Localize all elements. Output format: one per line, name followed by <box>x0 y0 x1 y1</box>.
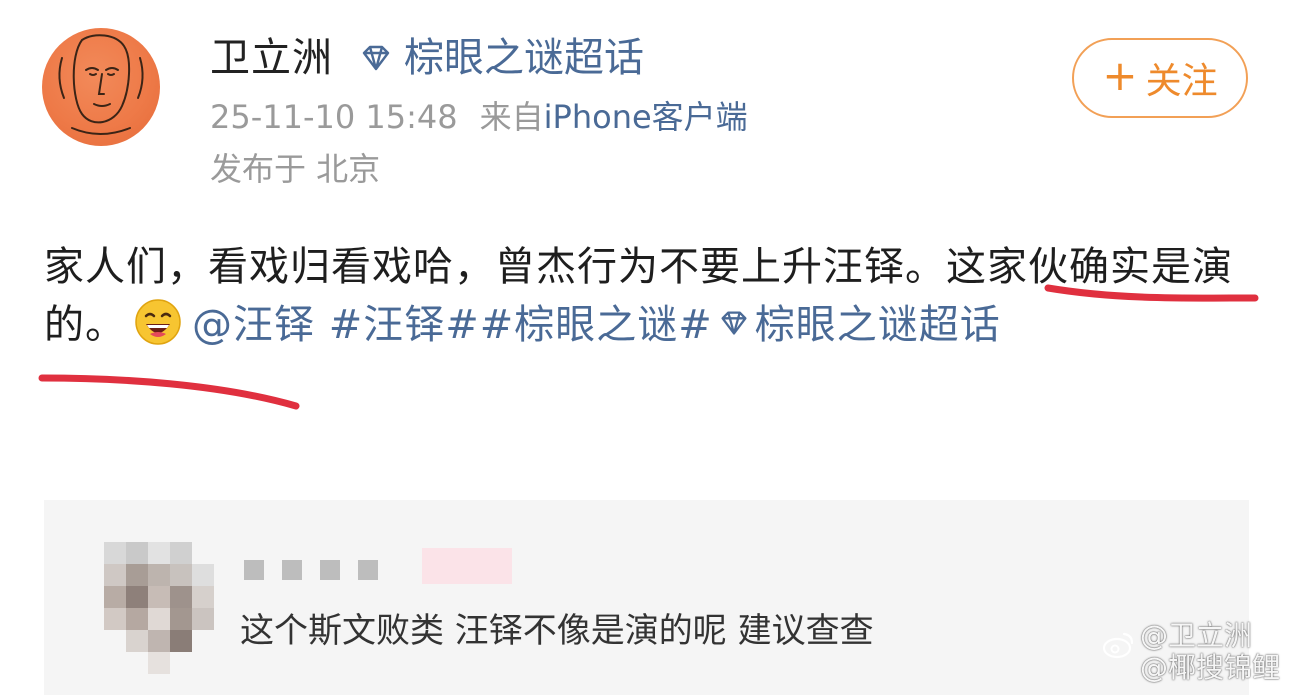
weibo-watermark: @卫立洲 @椰搜锦鲤 <box>1102 619 1285 684</box>
laughing-emoji-icon <box>134 298 182 346</box>
hashtag-link[interactable]: #汪铎# <box>329 302 480 348</box>
quoted-comment-text: 这个斯文败类 汪铎不像是演的呢 建议查查 <box>240 611 874 651</box>
avatar[interactable] <box>42 28 160 146</box>
post-meta: 25-11-10 15:48 来自iPhone客户端 <box>210 94 748 140</box>
source-client: iPhone客户端 <box>543 98 748 136</box>
post-body: 家人们，看戏归看戏哈，曾杰行为不要上升汪铎。这家伙确实是演的。 @汪铎 #汪铎##… <box>44 238 1249 354</box>
source-prefix: 来自 <box>479 98 544 136</box>
mention-link[interactable]: @汪铎 <box>192 302 315 348</box>
pixelated-username <box>244 548 512 584</box>
underline-stroke-2 <box>38 374 300 410</box>
plus-icon: + <box>1102 51 1138 100</box>
topic-tag-label: 棕眼之谜超话 <box>404 35 644 81</box>
hashtag-link-2[interactable]: #棕眼之谜# <box>480 302 713 348</box>
post-location: 发布于 北京 <box>210 150 381 188</box>
author-name[interactable]: 卫立洲 <box>210 30 333 86</box>
post-timestamp: 25-11-10 15:48 <box>210 98 458 136</box>
follow-label: 关注 <box>1145 61 1218 102</box>
topic-tag[interactable]: 棕眼之谜超话 <box>356 30 644 86</box>
post-text: 家人们，看戏归看戏哈，曾杰行为不要上升汪铎。 <box>44 244 946 290</box>
diamond-icon-inline <box>715 301 753 339</box>
topic-link[interactable]: 棕眼之谜超话 <box>755 302 1001 348</box>
pixelated-avatar <box>104 542 214 674</box>
follow-button[interactable]: + 关注 <box>1072 38 1248 118</box>
diamond-icon <box>356 38 396 78</box>
weibo-logo-icon <box>1102 628 1136 662</box>
watermark-line-1: @卫立洲 <box>1140 619 1253 652</box>
quoted-comment-card[interactable]: 这个斯文败类 汪铎不像是演的呢 建议查查 <box>44 500 1249 695</box>
watermark-line-2: @椰搜锦鲤 <box>1140 651 1281 684</box>
avatar-face-drawing <box>58 34 144 135</box>
